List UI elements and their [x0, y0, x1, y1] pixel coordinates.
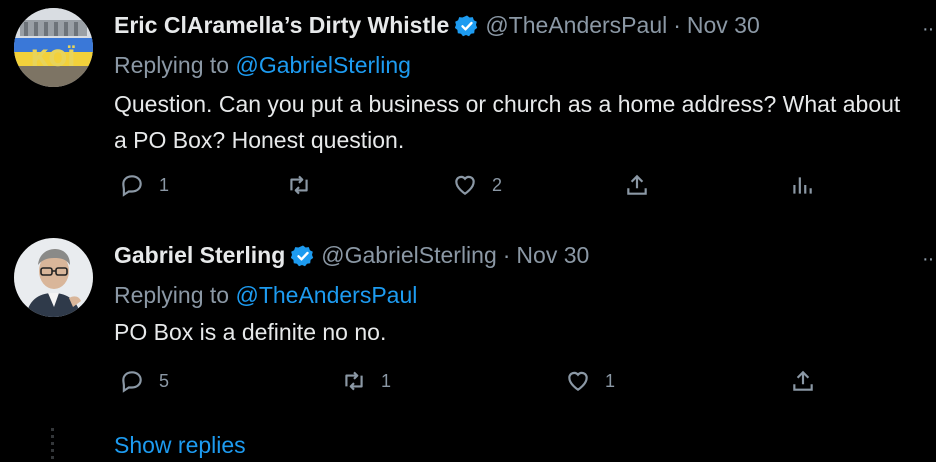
tweet-text: Question. Can you put a business or chur… [114, 91, 901, 153]
verified-badge-icon [455, 15, 478, 36]
like-button[interactable]: 2 [452, 172, 502, 198]
display-name[interactable]: Eric ClAramella’s Dirty Whistle [114, 12, 449, 39]
like-count: 1 [605, 370, 616, 391]
tweet-header: Gabriel Sterling @GabrielSterling · Nov … [114, 242, 589, 269]
mention-link[interactable]: @TheAndersPaul [235, 282, 417, 308]
mention-link[interactable]: @GabrielSterling [235, 52, 410, 78]
tweet-header: Eric ClAramella’s Dirty Whistle @TheAnde… [114, 12, 760, 39]
tweet[interactable]: Gabriel Sterling @GabrielSterling · Nov … [0, 220, 936, 420]
tweet-text: PO Box is a definite no no. [114, 319, 387, 345]
replying-to-label: Replying to [114, 52, 230, 78]
more-options-icon[interactable]: ·· [922, 18, 936, 41]
separator-dot: · [673, 12, 681, 38]
replying-to: Replying to @TheAndersPaul [114, 282, 417, 309]
heart-icon [568, 371, 588, 391]
separator-dot: · [502, 242, 511, 268]
share-icon [793, 370, 813, 391]
avatar[interactable]: КОЇ [14, 8, 93, 87]
replying-to: Replying to @GabrielSterling [114, 52, 411, 79]
display-name[interactable]: Gabriel Sterling [114, 242, 285, 269]
reply-button[interactable]: 1 [119, 172, 169, 198]
share-button[interactable] [790, 368, 816, 394]
reply-icon [122, 175, 142, 197]
share-button[interactable] [624, 172, 650, 198]
retweet-icon [345, 371, 363, 391]
retweet-icon [290, 175, 308, 195]
share-icon [627, 174, 647, 195]
handle[interactable]: @TheAndersPaul [485, 12, 667, 39]
reply-button[interactable]: 5 [119, 368, 169, 394]
avatar[interactable] [14, 238, 93, 317]
timestamp[interactable]: Nov 30 [516, 242, 589, 269]
reply-count: 5 [159, 370, 170, 391]
heart-icon [455, 175, 475, 195]
avatar-image [14, 238, 93, 317]
like-button[interactable]: 1 [565, 368, 615, 394]
retweet-count: 1 [381, 370, 392, 391]
avatar-image: КОЇ [14, 8, 93, 87]
analytics-icon [793, 177, 812, 194]
svg-text:КОЇ: КОЇ [31, 46, 76, 72]
handle[interactable]: @GabrielSterling [321, 242, 496, 269]
reply-icon [122, 371, 142, 393]
reply-count: 1 [159, 174, 170, 195]
timestamp[interactable]: Nov 30 [687, 12, 760, 39]
analytics-button[interactable] [789, 172, 815, 198]
more-options-icon[interactable]: ·· [922, 248, 936, 271]
retweet-button[interactable] [286, 172, 326, 198]
tweet[interactable]: КОЇ Eric ClAramella’s Dirty Whistle @The… [0, 0, 936, 220]
replying-to-label: Replying to [114, 282, 230, 308]
thread-dots [51, 428, 54, 462]
verified-badge-icon [291, 245, 314, 266]
show-replies-link[interactable]: Show replies [114, 432, 246, 459]
like-count: 2 [492, 174, 503, 195]
retweet-button[interactable]: 1 [341, 368, 391, 394]
